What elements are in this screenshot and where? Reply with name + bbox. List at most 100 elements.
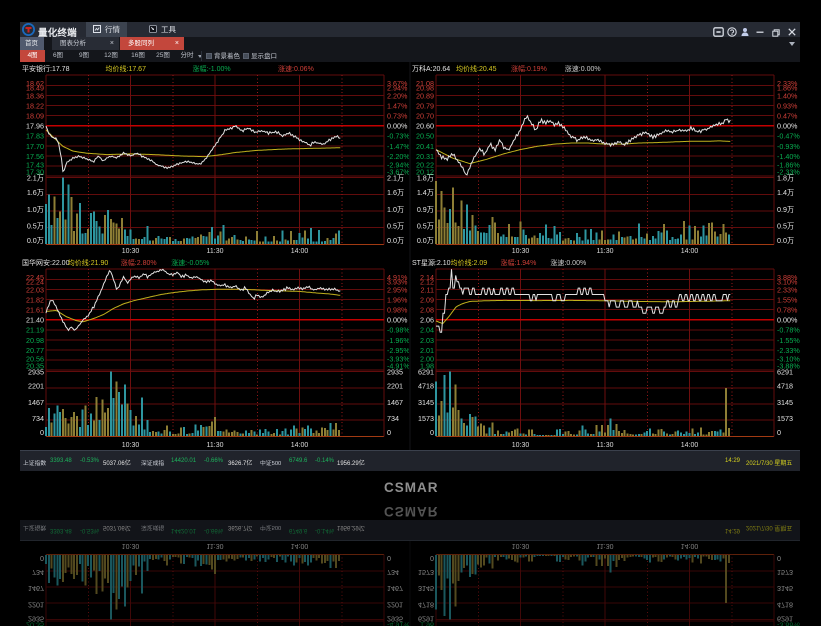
svg-text:0: 0 <box>387 428 391 437</box>
svg-text:3145: 3145 <box>418 584 434 593</box>
svg-text:21.82: 21.82 <box>26 295 44 304</box>
svg-text:14:00: 14:00 <box>291 542 309 549</box>
svg-text:11:30: 11:30 <box>597 248 614 255</box>
svg-text:3145: 3145 <box>418 398 434 407</box>
svg-text:均价线:21.90: 均价线:21.90 <box>68 258 109 267</box>
svg-text:-1.47%: -1.47% <box>387 142 410 151</box>
svg-text:14:00: 14:00 <box>681 442 699 449</box>
svg-text:-1.96%: -1.96% <box>387 336 410 345</box>
svg-text:2.08: 2.08 <box>420 306 434 315</box>
svg-text:涨幅:1.94%: 涨幅:1.94% <box>501 258 537 267</box>
svg-text:14:00: 14:00 <box>681 248 699 255</box>
svg-text:0.00%: 0.00% <box>387 122 408 131</box>
svg-text:1.0万: 1.0万 <box>27 205 44 214</box>
svg-text:0: 0 <box>40 428 44 437</box>
svg-text:21.61: 21.61 <box>26 306 44 315</box>
svg-text:11:30: 11:30 <box>207 542 224 549</box>
svg-text:4718: 4718 <box>777 382 793 391</box>
svg-text:1.6万: 1.6万 <box>27 188 44 197</box>
svg-text:0.9万: 0.9万 <box>417 205 434 214</box>
svg-text:1.8万: 1.8万 <box>777 174 794 183</box>
svg-text:10:30: 10:30 <box>512 542 530 549</box>
svg-text:0.5万: 0.5万 <box>27 222 44 231</box>
svg-text:0.93%: 0.93% <box>777 101 798 110</box>
svg-text:2201: 2201 <box>28 600 44 609</box>
svg-text:10:30: 10:30 <box>122 442 140 449</box>
svg-text:-0.93%: -0.93% <box>777 142 800 151</box>
svg-text:6291: 6291 <box>418 368 434 377</box>
svg-text:1.8万: 1.8万 <box>417 174 434 183</box>
svg-text:22.03: 22.03 <box>26 285 44 294</box>
svg-text:1.55%: 1.55% <box>777 295 798 304</box>
svg-text:0: 0 <box>430 428 434 437</box>
svg-text:11:30: 11:30 <box>207 248 224 255</box>
svg-text:1467: 1467 <box>28 584 44 593</box>
svg-text:0: 0 <box>777 554 781 563</box>
svg-text:20.98: 20.98 <box>26 336 44 345</box>
svg-text:-1.55%: -1.55% <box>777 336 800 345</box>
svg-text:1467: 1467 <box>387 398 403 407</box>
svg-text:10:30: 10:30 <box>512 248 530 255</box>
svg-text:-0.78%: -0.78% <box>777 326 800 335</box>
svg-text:2.09: 2.09 <box>420 295 434 304</box>
svg-text:20.79: 20.79 <box>416 101 434 110</box>
svg-text:-0.98%: -0.98% <box>387 326 410 335</box>
svg-text:涨幅:2.80%: 涨幅:2.80% <box>121 258 157 267</box>
svg-text:2935: 2935 <box>28 615 44 624</box>
svg-text:1.4万: 1.4万 <box>417 188 434 197</box>
svg-text:万科A:20.64: 万科A:20.64 <box>412 64 450 73</box>
svg-text:1.6万: 1.6万 <box>387 188 404 197</box>
svg-text:1.47%: 1.47% <box>387 101 408 110</box>
svg-text:2201: 2201 <box>28 382 44 391</box>
svg-text:17.70: 17.70 <box>26 142 44 151</box>
svg-text:0.9万: 0.9万 <box>777 205 794 214</box>
svg-text:20.89: 20.89 <box>416 91 434 100</box>
svg-text:20.50: 20.50 <box>416 132 434 141</box>
svg-text:2.20%: 2.20% <box>387 91 408 100</box>
svg-text:4718: 4718 <box>418 600 434 609</box>
svg-text:10:30: 10:30 <box>122 248 140 255</box>
svg-text:1.40%: 1.40% <box>777 91 798 100</box>
svg-text:-0.73%: -0.73% <box>387 132 410 141</box>
svg-text:4718: 4718 <box>777 600 793 609</box>
svg-text:6291: 6291 <box>777 368 793 377</box>
svg-text:1573: 1573 <box>418 568 434 577</box>
svg-text:0.5万: 0.5万 <box>417 222 434 231</box>
svg-text:ST星源:2.10: ST星源:2.10 <box>412 258 451 267</box>
svg-text:0.5万: 0.5万 <box>387 222 404 231</box>
svg-text:21.40: 21.40 <box>26 316 44 325</box>
svg-text:1467: 1467 <box>387 584 403 593</box>
svg-text:0.0万: 0.0万 <box>387 236 404 245</box>
svg-text:0: 0 <box>40 554 44 563</box>
svg-text:14:00: 14:00 <box>681 542 699 549</box>
svg-text:0.5万: 0.5万 <box>777 222 794 231</box>
svg-text:0.0万: 0.0万 <box>777 236 794 245</box>
svg-text:1467: 1467 <box>28 398 44 407</box>
svg-text:20.41: 20.41 <box>416 142 434 151</box>
svg-text:涨幅:0.19%: 涨幅:0.19% <box>511 64 547 73</box>
svg-text:2935: 2935 <box>28 368 44 377</box>
svg-text:涨速:0.00%: 涨速:0.00% <box>565 64 601 73</box>
svg-text:均价线:20.45: 均价线:20.45 <box>456 64 497 73</box>
svg-text:0.00%: 0.00% <box>777 316 798 325</box>
svg-text:3145: 3145 <box>777 398 793 407</box>
svg-text:18.09: 18.09 <box>26 112 44 121</box>
svg-text:20.60: 20.60 <box>416 122 434 131</box>
svg-text:国华网安:22.00: 国华网安:22.00 <box>22 258 70 267</box>
svg-text:涨幅:-1.00%: 涨幅:-1.00% <box>193 64 231 73</box>
svg-text:4718: 4718 <box>418 382 434 391</box>
svg-text:涨速:0.06%: 涨速:0.06% <box>278 64 314 73</box>
svg-text:0.0万: 0.0万 <box>27 236 44 245</box>
svg-text:平安银行:17.78: 平安银行:17.78 <box>22 64 70 73</box>
svg-text:0.00%: 0.00% <box>777 122 798 131</box>
svg-text:0.73%: 0.73% <box>387 112 408 121</box>
svg-text:0.98%: 0.98% <box>387 306 408 315</box>
svg-text:6291: 6291 <box>418 615 434 624</box>
svg-text:734: 734 <box>387 414 399 423</box>
svg-text:均价线:2.09: 均价线:2.09 <box>451 258 488 267</box>
svg-text:2.11: 2.11 <box>421 285 434 294</box>
svg-text:734: 734 <box>32 568 44 577</box>
svg-text:1573: 1573 <box>418 414 434 423</box>
svg-text:0.0万: 0.0万 <box>417 236 434 245</box>
svg-text:3145: 3145 <box>777 584 793 593</box>
